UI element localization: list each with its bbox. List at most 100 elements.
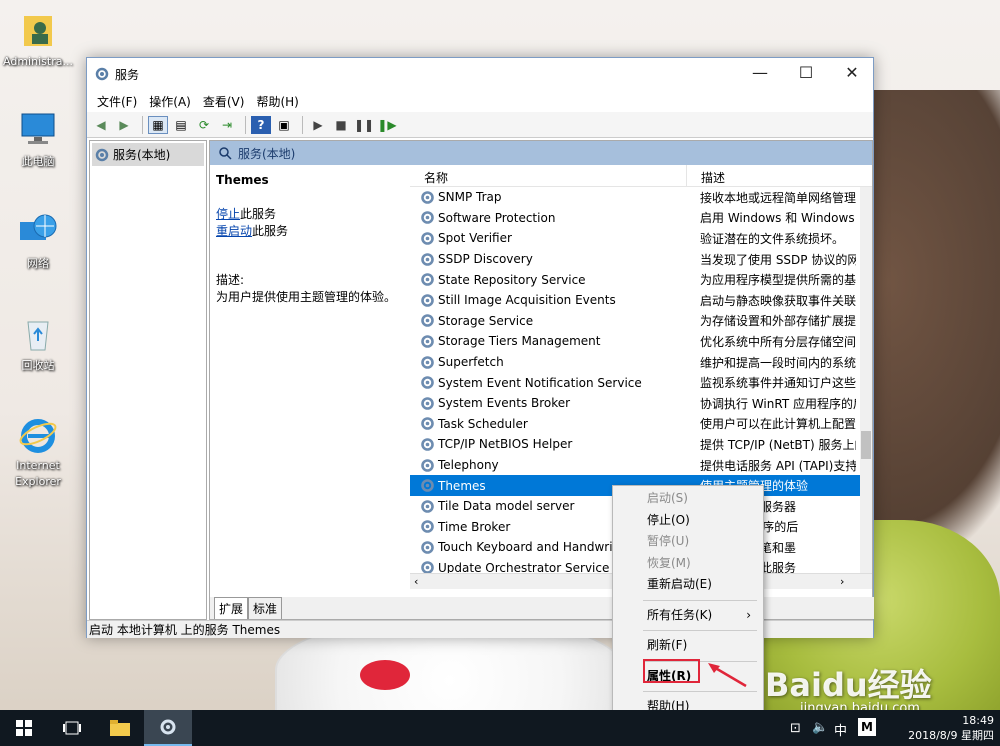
network-tray-icon[interactable]: ⊡ (790, 721, 801, 736)
service-name-cell: Telephony (410, 458, 686, 473)
desktop-icon-label: Administra... (3, 55, 73, 68)
column-header-name[interactable]: 名称 ^ (410, 165, 686, 186)
restart-service-link[interactable]: 重启动 (216, 224, 252, 238)
desktop-icon-this-pc[interactable]: 此电脑 (0, 110, 76, 170)
computer-icon (18, 110, 58, 150)
services-gear-icon (95, 148, 109, 161)
menu-view[interactable]: 查看(V) (197, 93, 251, 110)
show-hide-tree-icon[interactable]: ▦ (148, 115, 168, 134)
forward-icon[interactable]: ▶ (114, 116, 134, 134)
desktop-icon-network[interactable]: 网络 (0, 212, 76, 272)
services-gear-icon (160, 719, 176, 735)
file-explorer-button[interactable] (96, 710, 144, 746)
service-row[interactable]: Still Image Acquisition Events 启动与静态映像获取事… (410, 290, 872, 311)
vertical-scrollbar-thumb[interactable] (861, 431, 871, 459)
services-taskbar-button[interactable] (144, 710, 192, 746)
service-row[interactable]: State Repository Service 为应用程序模型提供所需的基础 (410, 269, 872, 290)
service-gear-icon (421, 293, 434, 307)
task-view-button[interactable] (48, 710, 96, 746)
service-gear-icon (421, 458, 434, 472)
pane-header: 服务(本地) (210, 141, 872, 165)
clock-date: 2018/8/9 星期四 (908, 729, 994, 742)
pause-service-icon[interactable]: ❚❚ (354, 116, 374, 134)
restart-service-icon[interactable]: ❚▶ (377, 116, 397, 134)
service-gear-icon (421, 335, 434, 348)
service-name-cell: System Event Notification Service (410, 375, 686, 390)
start-button[interactable] (0, 710, 48, 746)
desktop-icon-internet-explorer[interactable]: Internet Explorer (0, 414, 76, 490)
menu-item-all-tasks[interactable]: 所有任务(K) › (613, 605, 763, 627)
baidu-watermark: Baidu经验 (765, 666, 932, 704)
maximize-button[interactable]: ☐ (783, 58, 829, 88)
service-row[interactable]: Task Scheduler 使用户可以在此计算机上配置和 (410, 414, 872, 435)
description-text: 为用户提供使用主题管理的体验。 (216, 290, 397, 304)
service-description-cell: 优化系统中所有分层存储空间 (700, 334, 856, 349)
export-list-icon[interactable]: ⇥ (217, 116, 237, 134)
service-gear-icon (421, 417, 434, 431)
menu-item-stop[interactable]: 停止(O) (613, 510, 763, 532)
service-row[interactable]: Storage Service 为存储设置和外部存储扩展提供 (410, 311, 872, 332)
service-row[interactable]: System Events Broker 协调执行 WinRT 应用程序的后 (410, 393, 872, 414)
service-row[interactable]: System Event Notification Service 监视系统事件并… (410, 372, 872, 393)
ime-mode-indicator[interactable]: M (858, 718, 876, 736)
clock[interactable]: 18:49 2018/8/9 星期四 (908, 713, 994, 743)
service-gear-icon (421, 541, 434, 554)
menu-help[interactable]: 帮助(H) (250, 93, 304, 110)
service-name-cell: SNMP Trap (410, 190, 686, 205)
vertical-scrollbar[interactable] (860, 187, 872, 573)
search-icon (219, 147, 232, 160)
start-service-icon[interactable]: ▶ (308, 116, 328, 134)
service-row[interactable]: SNMP Trap 接收本地或远程简单网络管理协 (410, 187, 872, 208)
column-header-description[interactable]: 描述 (686, 165, 739, 186)
close-button[interactable]: ✕ (829, 58, 875, 88)
toolbar: ◀ ▶ ▦ ▤ ⟳ ⇥ ? ▣ ▶ ■ ❚❚ ❚▶ (87, 112, 873, 138)
menu-file[interactable]: 文件(F) (91, 93, 143, 110)
service-gear-icon (421, 479, 434, 492)
stop-service-link[interactable]: 停止 (216, 207, 240, 221)
service-row[interactable]: TCP/IP NetBIOS Helper 提供 TCP/IP (NetBT) 服… (410, 434, 872, 455)
menu-item-restart[interactable]: 重新启动(E) (613, 574, 763, 596)
menu-item-refresh[interactable]: 刷新(F) (613, 635, 763, 657)
service-description-cell: 提供 TCP/IP (NetBT) 服务上的 (700, 437, 856, 452)
column-headers: 名称 ^ 描述 (410, 165, 872, 187)
properties-sheet-icon[interactable]: ▤ (171, 116, 191, 134)
service-gear-icon (421, 211, 434, 225)
tab-extended[interactable]: 扩展 (214, 597, 249, 619)
back-icon[interactable]: ◀ (91, 116, 111, 134)
clock-time: 18:49 (962, 714, 994, 727)
service-name-cell: System Events Broker (410, 396, 686, 411)
pane-header-title: 服务(本地) (238, 146, 296, 161)
scroll-right-icon[interactable]: › (840, 575, 844, 588)
desktop-icon-user-folder[interactable]: Administra... (0, 10, 76, 70)
tree-item-label: 服务(本地) (113, 148, 171, 162)
help-icon[interactable]: ? (251, 115, 271, 134)
service-row[interactable]: Software Protection 启用 Windows 和 Windows … (410, 208, 872, 229)
services-gear-icon (95, 67, 109, 81)
service-row[interactable]: Telephony 提供电话服务 API (TAPI)支持 (410, 455, 872, 476)
service-gear-icon (421, 561, 434, 573)
chevron-right-icon: › (746, 607, 751, 622)
service-row[interactable]: Superfetch 维护和提高一段时间内的系统性 (410, 352, 872, 373)
tab-standard[interactable]: 标准 (248, 597, 283, 619)
stop-service-icon[interactable]: ■ (331, 116, 351, 134)
tree-item-services-local[interactable]: 服务(本地) (92, 143, 204, 166)
window-title: 服务 (115, 67, 140, 82)
refresh-icon[interactable]: ⟳ (194, 116, 214, 134)
windows-logo-icon (16, 720, 32, 736)
service-description-cell: 监视系统事件并通知订户这些事 (700, 376, 856, 391)
service-gear-icon (421, 314, 434, 328)
menu-action[interactable]: 操作(A) (143, 93, 197, 110)
service-row[interactable]: SSDP Discovery 当发现了使用 SSDP 协议的网络 (410, 249, 872, 270)
description-label: 描述: (216, 273, 245, 287)
console-icon[interactable]: ▣ (274, 116, 294, 134)
service-name-cell: Spot Verifier (410, 231, 686, 246)
scroll-left-icon[interactable]: ‹ (414, 575, 418, 588)
ime-language-indicator[interactable]: 中 (834, 720, 847, 739)
minimize-button[interactable]: — (737, 58, 783, 88)
volume-icon[interactable]: 🔈 (812, 720, 828, 735)
desktop-icon-recycle-bin[interactable]: 回收站 (0, 314, 76, 374)
service-description-cell: 启用 Windows 和 Windows 应 (700, 211, 856, 226)
service-row[interactable]: Spot Verifier 验证潜在的文件系统损坏。 (410, 228, 872, 249)
service-gear-icon (421, 232, 434, 245)
service-row[interactable]: Storage Tiers Management 优化系统中所有分层存储空间 (410, 331, 872, 352)
